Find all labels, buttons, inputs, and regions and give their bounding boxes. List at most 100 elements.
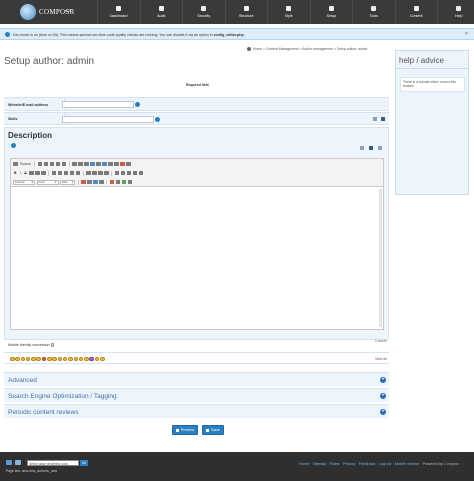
nav-item-dashboard[interactable]: Dashboard: [97, 0, 140, 24]
section-periodic-reviews[interactable]: Periodic content reviews: [4, 404, 389, 418]
align-right-icon[interactable]: [98, 170, 103, 176]
background-color-icon[interactable]: [87, 179, 92, 185]
nav-item-content[interactable]: Content: [394, 0, 438, 24]
superscript-icon[interactable]: [35, 170, 40, 176]
section-seo[interactable]: Search Engine Optimization / Tagging: [4, 388, 389, 402]
size-select[interactable]: Size ▾: [60, 179, 75, 185]
chevron-down-icon[interactable]: [380, 392, 386, 399]
breadcrumb-content-management[interactable]: Content Management: [266, 47, 299, 51]
copy-icon[interactable]: [43, 161, 49, 167]
maximize-icon[interactable]: [93, 179, 98, 185]
composr-comcode-icon[interactable]: [115, 179, 120, 185]
skills-info-icon[interactable]: [155, 117, 160, 122]
footer-link-sitemap[interactable]: Sitemap: [313, 462, 327, 466]
blockquote-icon[interactable]: [75, 170, 81, 176]
nav-item-audit[interactable]: Audit: [139, 0, 183, 24]
editor-toggle-icon[interactable]: [360, 146, 364, 150]
text-color-icon[interactable]: [81, 179, 86, 185]
redo-icon[interactable]: [78, 161, 83, 167]
format-select[interactable]: Format ▾: [13, 179, 35, 185]
font-select[interactable]: Font ▾: [36, 179, 59, 185]
composr-image-icon[interactable]: [121, 179, 126, 185]
footer-link-rules[interactable]: Rules: [330, 462, 340, 466]
editor-content-area[interactable]: [11, 187, 383, 329]
undo-icon[interactable]: [72, 161, 77, 167]
confused-icon[interactable]: [52, 356, 57, 361]
staff-icon[interactable]: [15, 460, 21, 465]
find-icon[interactable]: [84, 161, 89, 167]
home-icon[interactable]: [247, 47, 251, 52]
nav-item-tools[interactable]: Tools: [352, 0, 395, 24]
paste-word-icon[interactable]: [61, 161, 67, 167]
powered-by-link[interactable]: Composr: [444, 462, 459, 466]
footer-link-logout[interactable]: Log out: [379, 462, 392, 466]
strike-button[interactable]: S: [23, 171, 27, 175]
iframe-icon[interactable]: [138, 170, 144, 176]
description-info-icon[interactable]: [11, 143, 16, 148]
footer-link-home[interactable]: Home: [299, 462, 309, 466]
preview-button[interactable]: Preview: [172, 425, 198, 435]
cut-icon[interactable]: [37, 161, 43, 167]
nav-item-help[interactable]: Help: [437, 0, 474, 24]
footer-link-feedback[interactable]: Feedback: [359, 462, 376, 466]
bold-button[interactable]: B: [13, 171, 17, 175]
composr-page-link-icon[interactable]: [127, 179, 132, 185]
paste-text-icon[interactable]: [55, 161, 61, 167]
kiss-icon[interactable]: [78, 356, 84, 361]
anchor-icon[interactable]: [126, 161, 131, 167]
nav-item-style[interactable]: Style: [267, 0, 310, 24]
page-tools-select[interactable]: Select page rendering tools: [27, 460, 79, 466]
view-all-emoticons-link[interactable]: View all: [375, 357, 387, 361]
cool-icon[interactable]: [31, 356, 36, 361]
link-icon[interactable]: [114, 161, 119, 167]
grin-icon[interactable]: [15, 356, 20, 361]
cry-icon[interactable]: [84, 356, 89, 361]
nav-item-security[interactable]: Security: [182, 0, 225, 24]
unlink-icon[interactable]: [120, 161, 125, 167]
align-justify-icon[interactable]: [104, 170, 109, 176]
blush-icon[interactable]: [62, 356, 68, 361]
skills-input[interactable]: [62, 116, 154, 123]
expand-icon[interactable]: [373, 117, 377, 121]
laugh-icon[interactable]: [57, 356, 63, 361]
wysiwyg-icon[interactable]: [369, 146, 373, 150]
numbered-list-icon[interactable]: [51, 170, 57, 176]
table-icon[interactable]: [114, 170, 120, 176]
devil-icon[interactable]: [89, 356, 94, 361]
italic-button[interactable]: I: [19, 171, 22, 175]
thinking-icon[interactable]: [68, 356, 73, 361]
shocked-icon[interactable]: [47, 356, 52, 361]
cheeky-icon[interactable]: [100, 356, 105, 361]
image-icon[interactable]: [108, 161, 113, 167]
select-all-icon[interactable]: [96, 161, 101, 167]
composr-block-icon[interactable]: [109, 179, 114, 185]
composr-logo-icon[interactable]: [20, 4, 36, 20]
section-advanced[interactable]: Advanced: [4, 372, 389, 386]
sad-icon[interactable]: [25, 356, 31, 361]
remove-format-icon[interactable]: [41, 170, 46, 176]
breadcrumb-home[interactable]: Home: [253, 47, 262, 51]
footer-link-privacy[interactable]: Privacy: [343, 462, 355, 466]
paste-icon[interactable]: [49, 161, 55, 167]
editor-scrollbar[interactable]: [379, 189, 382, 327]
angry-icon[interactable]: [41, 356, 47, 361]
outdent-icon[interactable]: [63, 170, 69, 176]
indent-icon[interactable]: [69, 170, 75, 176]
spellcheck-icon[interactable]: [102, 161, 107, 167]
replace-icon[interactable]: [90, 161, 95, 167]
user-icon[interactable]: [6, 460, 12, 465]
wink-icon[interactable]: [20, 356, 26, 361]
footer-link-mobile[interactable]: Mobile version: [395, 462, 419, 466]
subscript-icon[interactable]: [29, 170, 34, 176]
help-circle-icon[interactable]: [50, 343, 55, 347]
tongue-icon[interactable]: [36, 356, 41, 361]
nerd-icon[interactable]: [94, 356, 100, 361]
nav-item-setup[interactable]: Setup: [309, 0, 353, 24]
source-button[interactable]: Source: [19, 162, 32, 166]
page-break-icon[interactable]: [132, 170, 138, 176]
align-center-icon[interactable]: [92, 170, 97, 176]
config-editor-link[interactable]: config_editor.php: [214, 33, 244, 37]
save-button[interactable]: Save: [202, 425, 224, 435]
website-info-icon[interactable]: [135, 102, 140, 107]
remove-icon[interactable]: [381, 117, 385, 121]
